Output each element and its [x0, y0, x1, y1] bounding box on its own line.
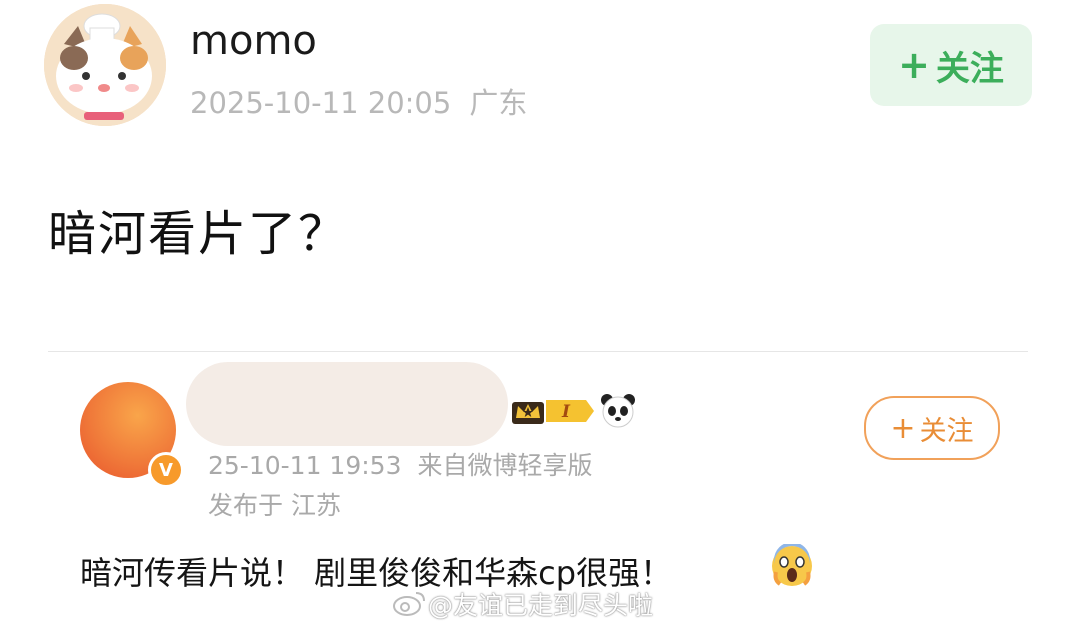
location: 发布于 江苏	[208, 491, 341, 520]
username[interactable]: momo	[190, 18, 317, 64]
crown-icon	[512, 402, 544, 424]
source: 来自微博轻享版	[417, 451, 593, 480]
timestamp: 2025-10-11 20:05	[190, 86, 452, 120]
watermark-text: @友谊已走到尽头啦	[428, 591, 654, 620]
post-meta: 25-10-11 19:53 来自微博轻享版	[208, 446, 609, 482]
timestamp: 25-10-11 19:53	[208, 451, 402, 480]
follow-label: 关注	[935, 48, 1004, 89]
follow-label: 关注	[919, 415, 974, 447]
follow-button[interactable]: + 关注	[870, 24, 1032, 106]
location: 广东	[469, 86, 528, 120]
plus-icon: +	[898, 43, 930, 87]
watermark: @友谊已走到尽头啦	[388, 586, 653, 622]
post-meta: 2025-10-11 20:05 广东	[190, 80, 545, 122]
cat-avatar-icon	[44, 4, 166, 126]
verified-icon: V	[148, 452, 184, 488]
avatar[interactable]	[44, 4, 166, 126]
follow-button[interactable]: + 关注	[864, 396, 1000, 460]
post-text: 暗河看片了？	[48, 206, 349, 262]
level-badge: I	[546, 400, 594, 422]
divider	[48, 351, 1028, 352]
scream-emoji-icon	[772, 544, 812, 586]
username-redacted	[186, 362, 508, 446]
level-text: I	[561, 402, 571, 422]
panda-icon	[601, 394, 635, 428]
plus-icon: +	[890, 410, 916, 446]
